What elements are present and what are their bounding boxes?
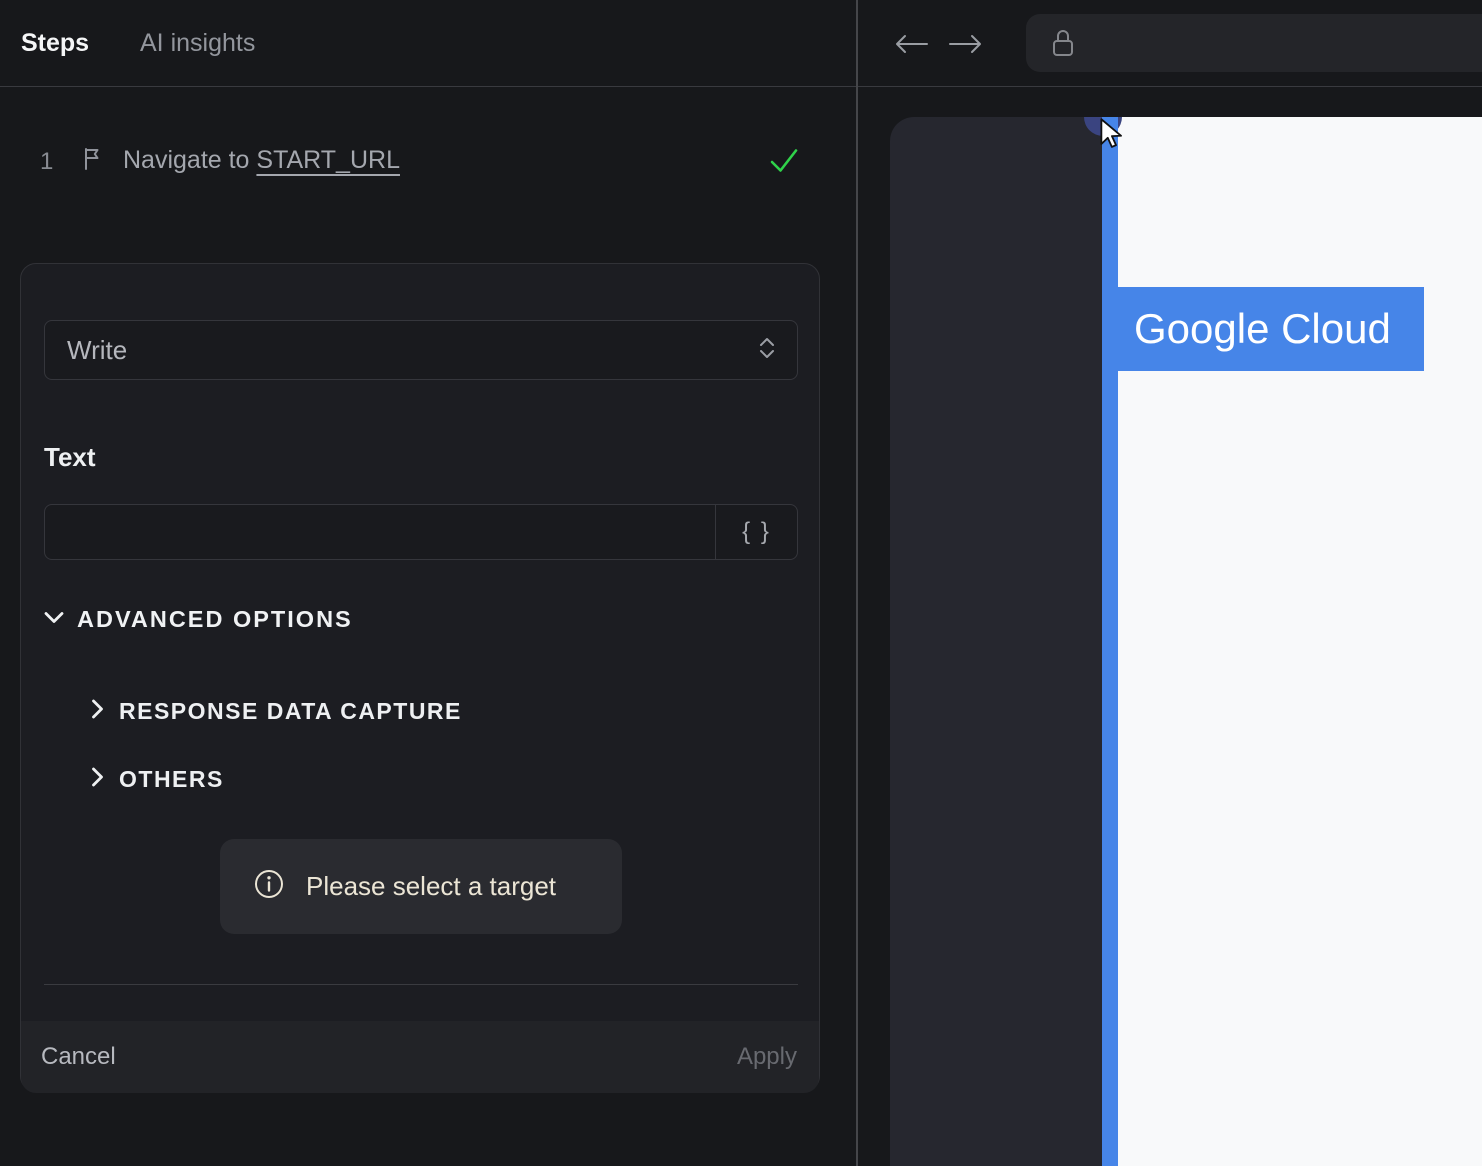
top-bar: Steps AI insights <box>0 0 1482 87</box>
url-bar[interactable] <box>1026 14 1482 72</box>
text-field-label: Text <box>44 442 96 472</box>
apply-button[interactable]: Apply <box>737 1021 797 1093</box>
step-action-text: Navigate to <box>123 146 250 174</box>
highlight-strip <box>1102 117 1118 1166</box>
page-content-area <box>1118 117 1482 1166</box>
section-response-data-capture[interactable]: RESPONSE DATA CAPTURE <box>91 698 462 725</box>
step-editor-card: Write Text { } ADVANCED OPTIONS RESPONSE… <box>20 263 820 1093</box>
check-icon <box>768 146 800 181</box>
panel-divider <box>856 0 858 1166</box>
app-window: Steps AI insights 1 Navigate to START_UR… <box>0 0 1482 1166</box>
step-row[interactable]: 1 Navigate to START_URL <box>0 140 830 190</box>
section-label: OTHERS <box>119 766 224 792</box>
section-label: RESPONSE DATA CAPTURE <box>119 698 462 724</box>
highlighted-target-element[interactable]: Google Cloud <box>1118 287 1424 371</box>
advanced-options-toggle[interactable]: ADVANCED OPTIONS <box>44 606 353 633</box>
insert-variable-button[interactable]: { } <box>715 505 797 559</box>
step-target-link[interactable]: START_URL <box>256 146 400 174</box>
tab-ai-insights[interactable]: AI insights <box>140 0 255 87</box>
flag-icon <box>81 147 103 176</box>
info-icon <box>254 869 284 904</box>
advanced-options-label: ADVANCED OPTIONS <box>77 606 353 632</box>
step-number: 1 <box>40 148 54 175</box>
footer-divider <box>44 984 798 985</box>
action-select-value: Write <box>67 334 128 365</box>
text-input[interactable] <box>45 505 715 559</box>
action-select[interactable]: Write <box>44 320 798 380</box>
back-arrow-icon[interactable] <box>894 34 928 59</box>
cursor-icon <box>1098 118 1125 157</box>
chevron-right-icon <box>91 699 104 724</box>
text-input-group: { } <box>44 504 798 560</box>
section-others[interactable]: OTHERS <box>91 766 224 793</box>
lock-icon <box>1050 27 1076 64</box>
tooltip-text: Please select a target <box>306 871 557 901</box>
select-target-tooltip: Please select a target <box>220 839 622 934</box>
cancel-button[interactable]: Cancel <box>41 1021 116 1093</box>
forward-arrow-icon[interactable] <box>949 34 983 59</box>
card-footer: Cancel Apply <box>21 1021 819 1093</box>
chevron-right-icon <box>91 767 104 792</box>
step-label: Navigate to START_URL <box>123 146 400 175</box>
browser-preview: Google Cloud <box>890 117 1482 1166</box>
chevron-down-icon <box>44 611 64 629</box>
chevron-updown-icon <box>759 337 775 364</box>
tab-steps[interactable]: Steps <box>21 0 89 87</box>
